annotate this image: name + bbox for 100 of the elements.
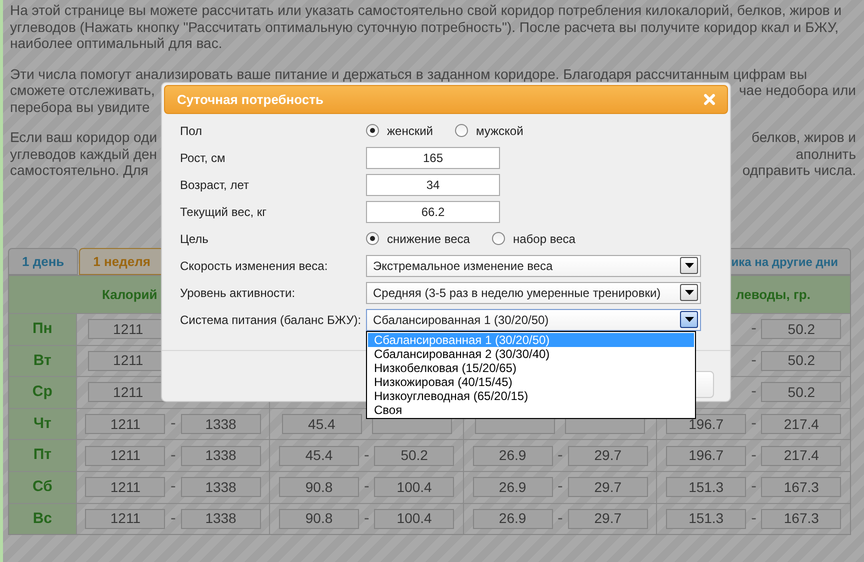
value-field[interactable]: 1338 bbox=[180, 446, 261, 466]
range-dash: - bbox=[751, 382, 756, 402]
radio-button[interactable] bbox=[492, 232, 505, 245]
range-dash: - bbox=[170, 446, 176, 466]
text-line: одправить числа. bbox=[742, 162, 856, 178]
day-cell: Вс bbox=[9, 504, 76, 534]
value-field[interactable]: 29.7 bbox=[568, 446, 648, 466]
field-label: Система питания (баланс БЖУ): bbox=[180, 312, 362, 328]
dropdown-option[interactable]: Низкожировая (40/15/45) bbox=[368, 374, 694, 388]
value-field[interactable]: 50.2 bbox=[374, 446, 454, 466]
dialog-title: Суточная потребность bbox=[177, 90, 324, 109]
day-cell: Сб bbox=[9, 472, 76, 503]
field-label: Возраст, лет bbox=[180, 176, 250, 194]
dropdown-option[interactable]: Сбалансированная 1 (30/20/50) bbox=[368, 332, 694, 346]
day-cell: Пн bbox=[9, 314, 76, 345]
text-line: самостоятельно. Для bbox=[10, 162, 148, 178]
range-dash: - bbox=[170, 477, 176, 498]
value-field[interactable]: 26.9 bbox=[472, 508, 553, 529]
radio-button[interactable] bbox=[366, 124, 379, 137]
select-field[interactable]: Сбалансированная 1 (30/20/50) bbox=[366, 308, 701, 330]
value-field[interactable]: 45.4 bbox=[279, 446, 359, 466]
value-field[interactable]: 1211 bbox=[85, 414, 166, 434]
dropdown-option[interactable]: Сбалансированная 2 (30/30/40) bbox=[368, 346, 694, 360]
value-field[interactable]: 29.7 bbox=[568, 508, 648, 529]
input-field[interactable]: 66.2 bbox=[366, 200, 500, 222]
value-field[interactable]: 1211 bbox=[85, 477, 166, 498]
value-field[interactable]: 1338 bbox=[180, 414, 261, 434]
range-dash: - bbox=[558, 508, 563, 529]
value-field[interactable]: 1338 bbox=[180, 477, 261, 498]
column-header: леводы, гр. bbox=[736, 286, 810, 302]
range-dash: - bbox=[364, 446, 370, 466]
field-label: Пол bbox=[180, 122, 204, 140]
range-dash: - bbox=[751, 477, 756, 498]
value-field[interactable]: 167.3 bbox=[761, 508, 842, 529]
field-label: Рост, см bbox=[180, 150, 226, 166]
value-field[interactable]: 1211 bbox=[85, 508, 166, 529]
select-field[interactable]: Средняя (3-5 раз в неделю умеренные тренировки) bbox=[366, 282, 701, 304]
value-field[interactable]: 217.4 bbox=[761, 446, 842, 466]
range-dash: - bbox=[558, 477, 563, 498]
day-cell: Пт bbox=[9, 440, 76, 471]
value-field[interactable]: 90.8 bbox=[279, 508, 359, 529]
range-dash: - bbox=[751, 446, 756, 466]
radio-label: женский bbox=[387, 122, 433, 140]
value-field[interactable]: 1211 bbox=[85, 446, 166, 466]
text-line: углеводов каждый ден bbox=[10, 146, 158, 162]
value-field[interactable]: 196.7 bbox=[666, 446, 746, 466]
value-field[interactable]: 151.3 bbox=[666, 477, 746, 498]
value-field[interactable]: 50.2 bbox=[761, 319, 842, 340]
value-field[interactable]: 50.2 bbox=[761, 350, 842, 371]
value-field[interactable]: 26.9 bbox=[472, 477, 553, 498]
column-header: Калорий bbox=[102, 286, 158, 302]
text-line: чае недобора или bbox=[739, 82, 856, 98]
text-line: наиболее оптимальный для вас. bbox=[10, 35, 222, 52]
field-label: Уровень активности: bbox=[180, 284, 296, 302]
day-cell: Вт bbox=[9, 346, 76, 376]
field-label: Цель bbox=[180, 230, 210, 248]
range-dash: - bbox=[170, 508, 176, 529]
day-cell: Ср bbox=[9, 377, 76, 408]
radio-label: набор веса bbox=[512, 230, 576, 248]
range-dash: - bbox=[751, 508, 756, 529]
text-line: На этой странице вы можете рассчитать или указать самостоятельно свой коридор потребления килокалорий, белков, жиров и bbox=[10, 2, 842, 18]
dropdown-option[interactable]: Своя bbox=[368, 402, 694, 416]
input-field[interactable]: 165 bbox=[366, 146, 500, 168]
text-line: Эти числа помогут анализировать ваше питание и держаться в заданном коридоре. Благодаря рассчитанным цифрам вы bbox=[10, 66, 808, 82]
tab[interactable]: 1 день bbox=[8, 248, 78, 275]
radio-button[interactable] bbox=[366, 232, 379, 245]
range-dash: - bbox=[751, 414, 756, 434]
value-field[interactable]: 151.3 bbox=[666, 508, 746, 529]
field-label: Текущий вес, кг bbox=[180, 204, 268, 220]
dropdown-option[interactable]: Низкоуглеводная (65/20/15) bbox=[368, 388, 694, 402]
input-field[interactable]: 34 bbox=[366, 174, 500, 196]
value-field[interactable]: 26.9 bbox=[472, 446, 553, 466]
field-label: Скорость изменения веса: bbox=[180, 258, 329, 274]
text-line: сможете отслеживать, bbox=[10, 82, 155, 98]
range-dash: - bbox=[751, 319, 756, 340]
range-dash: - bbox=[364, 477, 370, 498]
day-cell: Чт bbox=[9, 408, 76, 440]
value-field[interactable]: 217.4 bbox=[761, 414, 842, 434]
text-line: Если ваш коридор оди bbox=[10, 129, 158, 146]
radio-label: мужской bbox=[476, 122, 524, 140]
value-field[interactable]: 196.7 bbox=[666, 414, 746, 434]
range-dash: - bbox=[558, 446, 563, 466]
value-field[interactable]: 100.4 bbox=[374, 477, 454, 498]
text-line: аполнить bbox=[796, 146, 856, 162]
text-line: углеводов (Нажать кнопку "Рассчитать оптимальную суточную потребность"). После расчета вы получите коридор ккал и БЖУ, bbox=[10, 18, 838, 35]
text-line: белков, жиров и bbox=[751, 129, 856, 146]
value-field[interactable]: 167.3 bbox=[761, 477, 842, 498]
value-field[interactable]: 1338 bbox=[180, 508, 261, 529]
value-field[interactable]: 29.7 bbox=[568, 477, 648, 498]
radio-label: снижение веса bbox=[387, 230, 470, 248]
text-line: перебора вы увидите bbox=[10, 98, 150, 115]
range-dash: - bbox=[364, 508, 370, 529]
value-field[interactable]: 50.2 bbox=[761, 382, 842, 402]
value-field[interactable]: 90.8 bbox=[279, 477, 359, 498]
dropdown-option[interactable]: Низкобелковая (15/20/65) bbox=[368, 360, 694, 374]
range-dash: - bbox=[170, 414, 176, 434]
select-field[interactable]: Экстремальное изменение веса bbox=[366, 254, 701, 276]
value-field[interactable]: 100.4 bbox=[374, 508, 454, 529]
radio-button[interactable] bbox=[454, 124, 468, 137]
value-field[interactable]: 45.4 bbox=[282, 414, 362, 434]
